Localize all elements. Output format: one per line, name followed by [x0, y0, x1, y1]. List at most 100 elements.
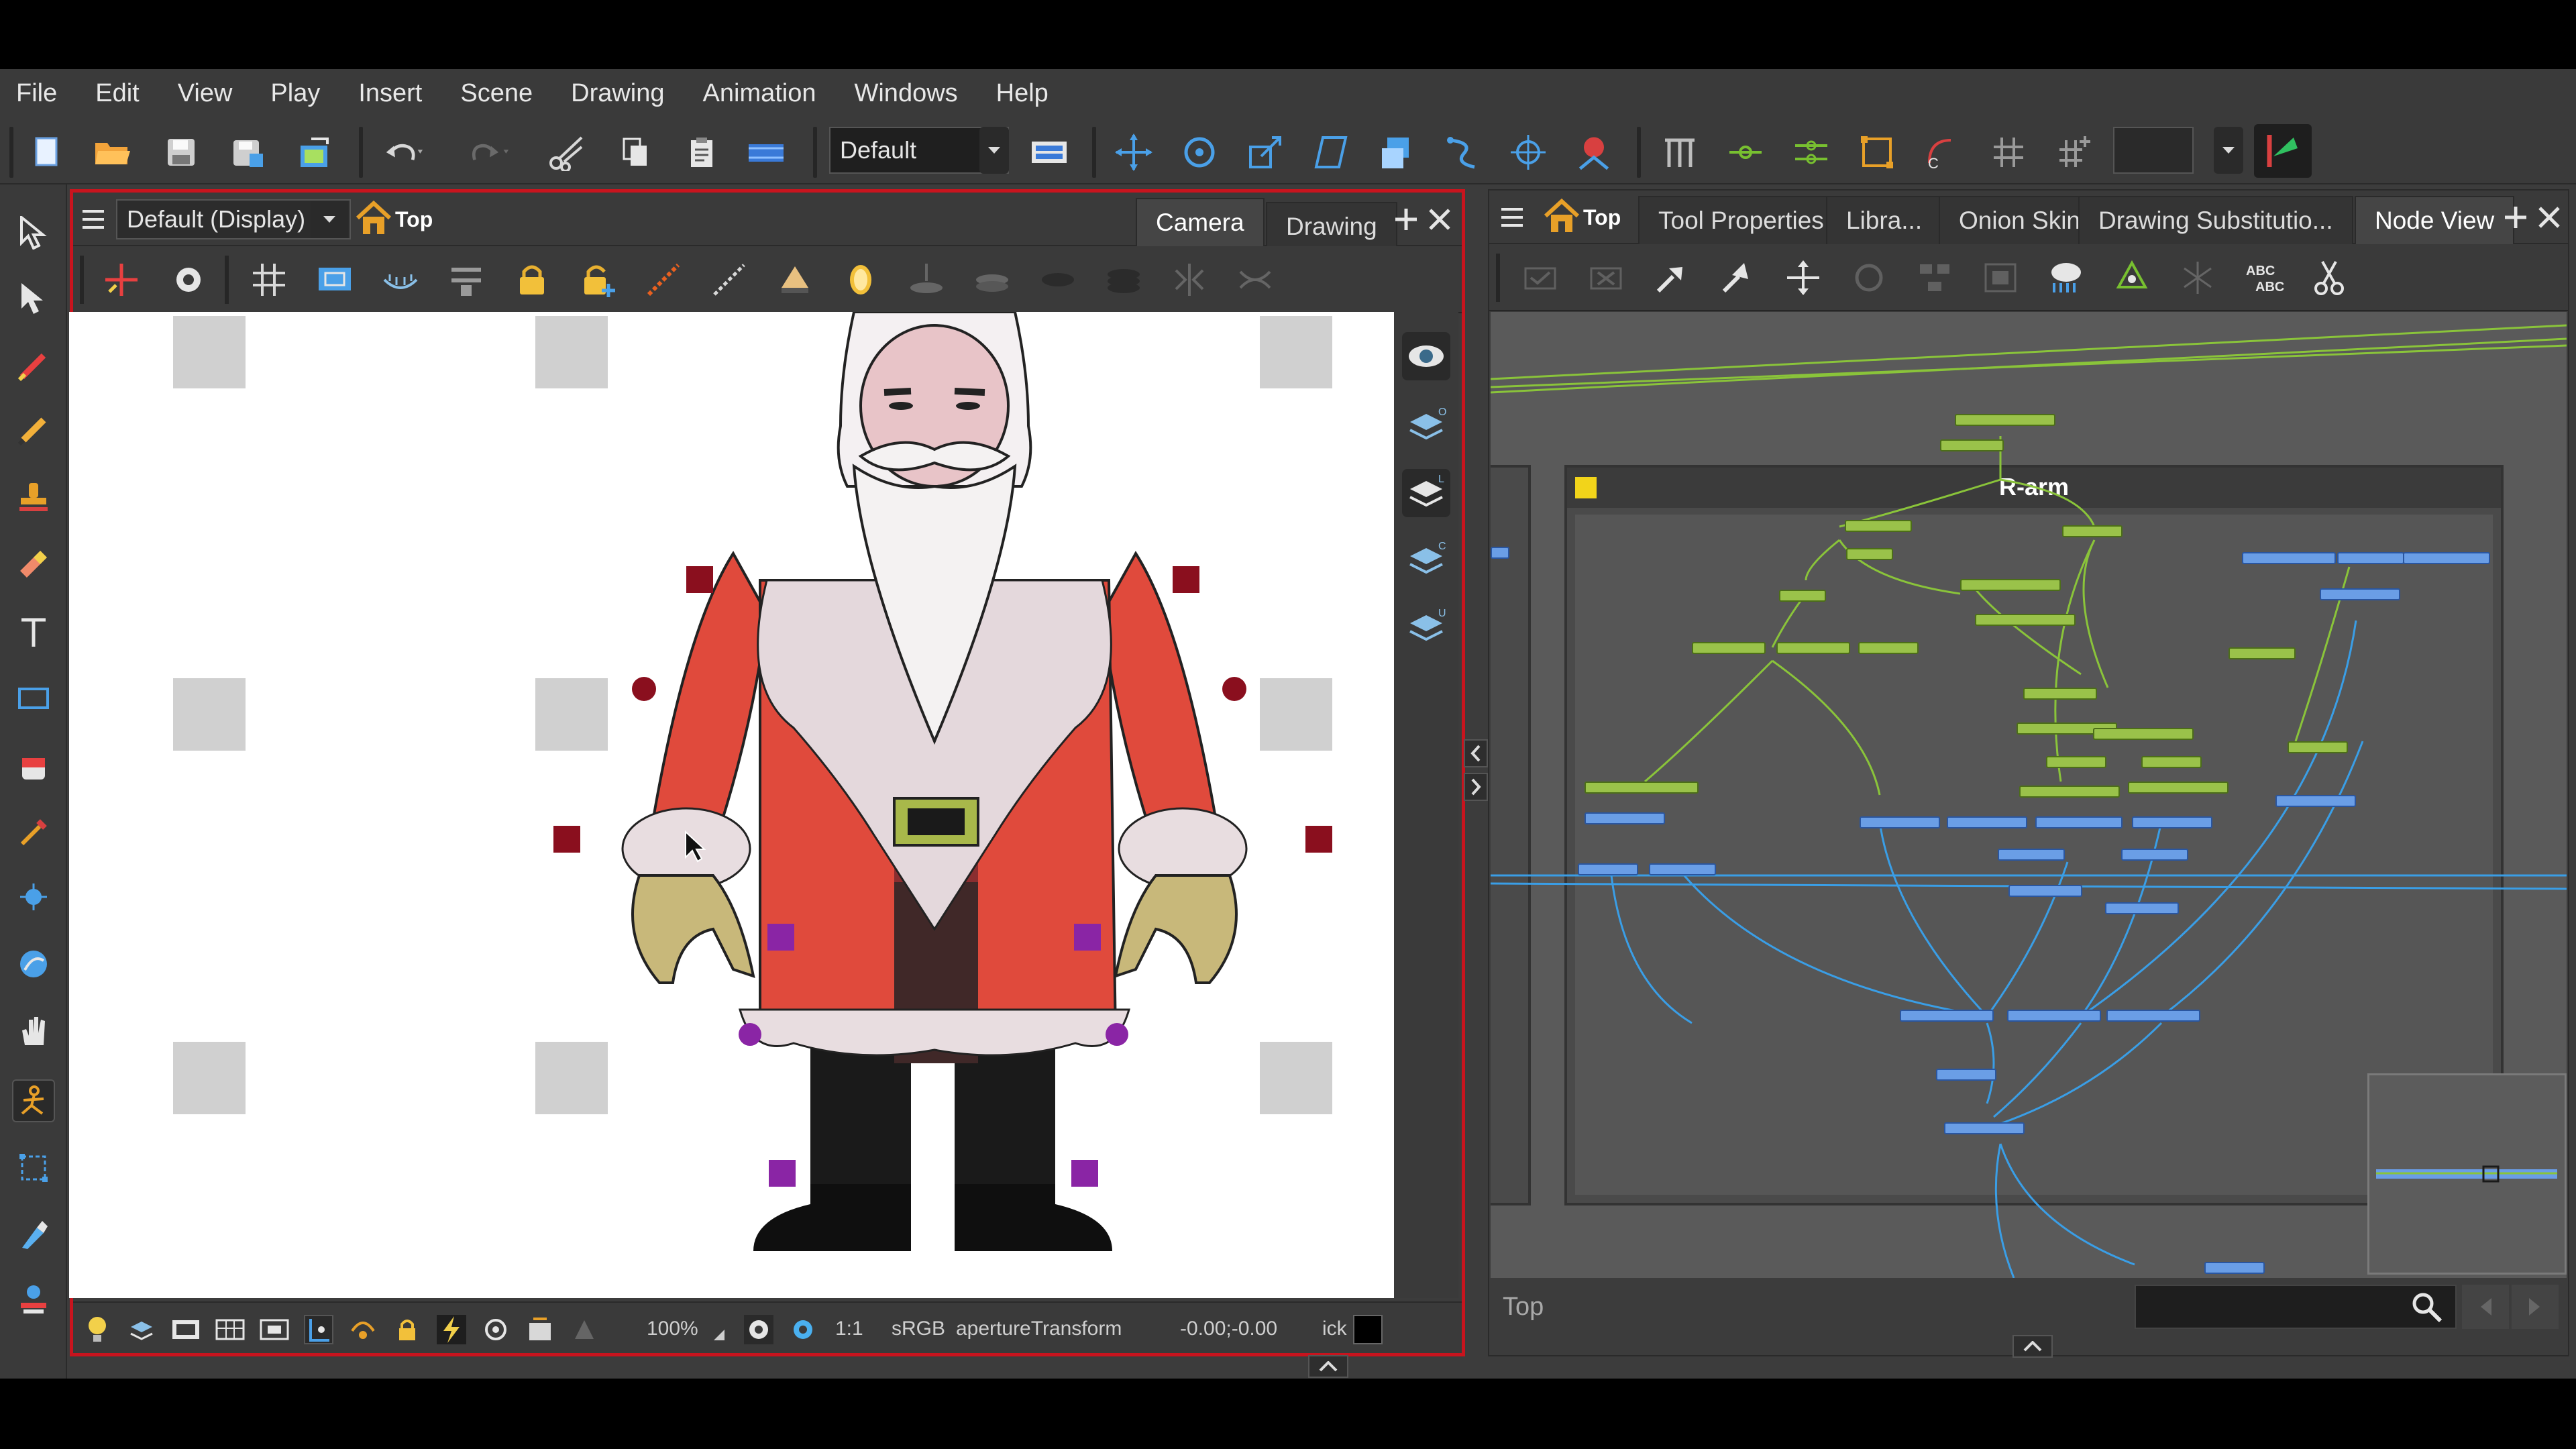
- lightbulb-icon[interactable]: [83, 1315, 112, 1344]
- rigging-tool-icon[interactable]: [12, 1079, 55, 1122]
- copy-icon[interactable]: [616, 133, 656, 171]
- rig-pivot-red[interactable]: [632, 677, 656, 701]
- rig-control-purple[interactable]: [1071, 1160, 1098, 1187]
- node-drawing[interactable]: [2242, 552, 2336, 564]
- tab-library[interactable]: Libra...: [1826, 196, 1943, 244]
- deform-bone-icon[interactable]: [1660, 133, 1700, 171]
- layers-line-icon[interactable]: L: [1402, 469, 1450, 517]
- background-colour-swatch[interactable]: [1353, 1315, 1383, 1344]
- stamp-tool-icon[interactable]: [12, 476, 55, 519]
- menu-drawing[interactable]: Drawing: [571, 79, 664, 108]
- node-peg[interactable]: [1846, 548, 1893, 560]
- table-grid-icon[interactable]: [215, 1315, 245, 1344]
- tab-onion-skin[interactable]: Onion Skin: [1939, 196, 2100, 244]
- ik-tool-icon[interactable]: [12, 943, 55, 985]
- tab-tool-properties[interactable]: Tool Properties: [1638, 196, 1844, 244]
- menu-animation[interactable]: Animation: [703, 79, 816, 108]
- node-drawing[interactable]: [2403, 552, 2490, 564]
- deform-mode-select[interactable]: [2113, 127, 2194, 174]
- expand-node-footer-icon[interactable]: [2012, 1335, 2053, 1358]
- safe-frame-icon[interactable]: [260, 1315, 289, 1344]
- deform-add-icon[interactable]: [1725, 133, 1766, 171]
- node-panel-menu-icon[interactable]: [1499, 204, 1525, 231]
- rig-pivot-purple[interactable]: [1106, 1023, 1128, 1046]
- rig-control-red[interactable]: [1305, 826, 1332, 853]
- node-peg[interactable]: [2229, 647, 2296, 659]
- node-drawing[interactable]: [2035, 816, 2123, 828]
- close-panel-icon[interactable]: [1426, 206, 1453, 233]
- workspace-manager-icon[interactable]: [1029, 133, 1069, 171]
- node-merge-output[interactable]: [2106, 1010, 2200, 1022]
- deform-chain-icon[interactable]: [1791, 133, 1831, 171]
- target-icon[interactable]: [481, 1315, 511, 1344]
- cut-icon[interactable]: [547, 133, 587, 171]
- node-cutter[interactable]: [1936, 1069, 1996, 1081]
- node-navigator[interactable]: [2367, 1073, 2567, 1275]
- node-peg[interactable]: [1776, 642, 1850, 654]
- node-composite[interactable]: [2008, 885, 2082, 897]
- node-drawing[interactable]: [1649, 863, 1716, 875]
- text-node-icon[interactable]: ABC ABC: [2245, 259, 2284, 297]
- collapse-left-icon[interactable]: [1464, 739, 1488, 767]
- rectangle-tool-icon[interactable]: [12, 677, 55, 720]
- node-composite[interactable]: [2320, 588, 2400, 600]
- node-display[interactable]: [2204, 1262, 2265, 1274]
- stage-icon[interactable]: [570, 1315, 599, 1344]
- disc-icon[interactable]: [973, 261, 1011, 299]
- node-composite[interactable]: [2105, 902, 2179, 914]
- layers-overlay-icon[interactable]: O: [1402, 402, 1450, 450]
- rig-control-purple[interactable]: [767, 924, 794, 951]
- node-breadcrumb[interactable]: Top: [1583, 205, 1621, 230]
- scissors-icon[interactable]: [2310, 259, 2348, 297]
- node-peg[interactable]: [1858, 642, 1919, 654]
- menu-windows[interactable]: Windows: [855, 79, 958, 108]
- scale-tool-icon[interactable]: [1245, 133, 1285, 171]
- unlock-icon[interactable]: [579, 261, 616, 299]
- rig-control-red[interactable]: [1173, 566, 1199, 593]
- layers-color-icon[interactable]: C: [1402, 536, 1450, 584]
- rig-pivot-purple[interactable]: [739, 1023, 761, 1046]
- translate-tool-icon[interactable]: [1114, 133, 1154, 171]
- rig-control-red[interactable]: [686, 566, 713, 593]
- eye-icon[interactable]: [1402, 332, 1450, 380]
- node-toolbar-grip[interactable]: [1496, 254, 1500, 302]
- camera-breadcrumb[interactable]: Top: [395, 207, 433, 232]
- save-as-icon[interactable]: [228, 133, 268, 171]
- node-home-icon[interactable]: [1543, 197, 1583, 237]
- home-icon[interactable]: [355, 199, 395, 239]
- open-scene-icon[interactable]: [93, 133, 133, 171]
- transform-name[interactable]: apertureTransform: [956, 1318, 1122, 1340]
- render-preview-icon[interactable]: [437, 1315, 466, 1344]
- envelope-icon[interactable]: [1857, 133, 1897, 171]
- node-drawing[interactable]: [1585, 812, 1665, 824]
- shading-icon[interactable]: [776, 261, 814, 299]
- rig-control-purple[interactable]: [1074, 924, 1101, 951]
- disc-black-icon[interactable]: [1039, 261, 1077, 299]
- eraser-tool-icon[interactable]: [12, 543, 55, 586]
- grid-icon[interactable]: [250, 261, 288, 299]
- transform-bounds-icon[interactable]: [12, 1146, 55, 1189]
- reset-view-icon[interactable]: [103, 261, 140, 299]
- skew-tool-icon[interactable]: [1311, 133, 1351, 171]
- text-tool-icon[interactable]: [12, 611, 55, 654]
- mirror-icon[interactable]: [842, 261, 879, 299]
- toolbar-grip[interactable]: [9, 127, 13, 178]
- frame-icon[interactable]: [171, 1315, 201, 1344]
- status-lock-icon[interactable]: [392, 1315, 422, 1344]
- dock-toolbar-icon[interactable]: [2254, 124, 2312, 178]
- light-table-icon[interactable]: [447, 261, 485, 299]
- hand-tool-icon[interactable]: [12, 1010, 55, 1053]
- brush-tool-icon[interactable]: [12, 344, 55, 387]
- menu-insert[interactable]: Insert: [358, 79, 422, 108]
- node-peg[interactable]: [2062, 525, 2123, 537]
- node-peg[interactable]: [1692, 642, 1766, 654]
- node-deformation[interactable]: [2019, 786, 2120, 798]
- view-mode-dropdown-icon[interactable]: [311, 201, 348, 238]
- tab-drawing-substitution[interactable]: Drawing Substitutio...: [2078, 196, 2353, 244]
- node-search-input[interactable]: [2135, 1285, 2457, 1329]
- contour-editor-icon[interactable]: [12, 277, 55, 320]
- save-icon[interactable]: [161, 133, 201, 171]
- group-node-icon[interactable]: [1916, 259, 1953, 297]
- node-peg[interactable]: [1940, 439, 2004, 451]
- zoom-level[interactable]: 100%: [647, 1318, 698, 1340]
